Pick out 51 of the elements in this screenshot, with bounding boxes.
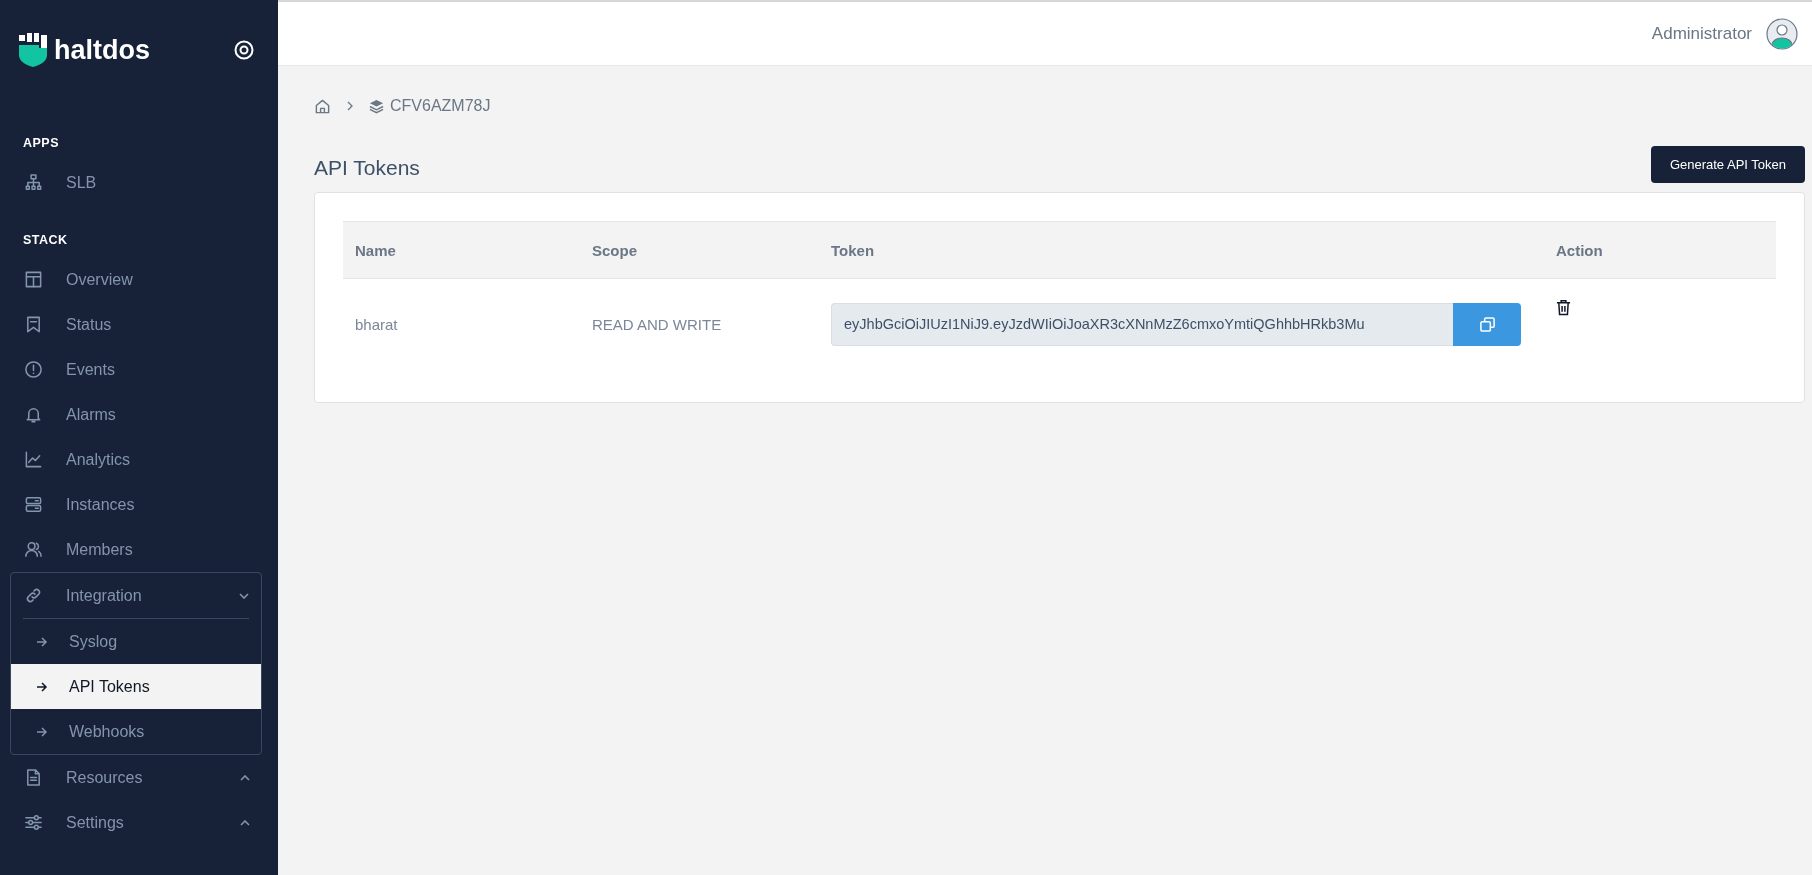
file-icon (24, 768, 43, 787)
alert-icon (24, 360, 43, 379)
sidebar-item[interactable]: SLB (10, 160, 262, 205)
target-icon[interactable] (234, 40, 254, 60)
submenu-item[interactable]: API Tokens (11, 664, 261, 709)
sidebar-item[interactable]: Alarms (10, 392, 262, 437)
chart-icon (24, 450, 43, 469)
section-title: APPS (22, 135, 61, 152)
table-cell: bharat (355, 315, 398, 333)
sidebar-item[interactable]: Members (10, 527, 262, 572)
submenu-item[interactable]: Webhooks (11, 709, 261, 754)
arrow-right-icon (36, 636, 48, 647)
user-name: Administrator (1651, 23, 1752, 44)
link-icon (24, 586, 43, 605)
chevron-right-icon (347, 101, 353, 111)
page-title: API Tokens (314, 156, 420, 180)
arrow-right-icon (36, 726, 48, 737)
submenu-item[interactable]: Syslog (11, 619, 261, 664)
layout-icon (24, 270, 43, 289)
sidebar-item[interactable]: Resources (10, 755, 262, 800)
sitemap-icon (24, 173, 43, 192)
sidebar-item[interactable]: Status (10, 302, 262, 347)
bell-icon (24, 405, 43, 424)
sidebar-item[interactable]: Integration (11, 573, 261, 618)
users-icon (24, 540, 43, 559)
table-cell: READ AND WRITE (592, 315, 722, 333)
breadcrumb-link[interactable]: CFV6AZM78J (390, 97, 491, 115)
bookmark-icon (24, 315, 43, 334)
token-field[interactable]: eyJhbGciOiJIUzI1NiJ9.eyJzdWIiOiJoaXR3cXNnMzZ6cmxoYmtiQGhhbHRkb3Mu (831, 302, 1453, 346)
sliders-icon (24, 813, 43, 832)
server-icon (24, 495, 43, 514)
home-icon[interactable] (314, 97, 331, 115)
section-title: STACK (22, 232, 69, 249)
column-header: Token (831, 241, 875, 259)
generate-token-button[interactable]: Generate API Token (1650, 146, 1805, 183)
sidebar-item[interactable]: Analytics (10, 437, 262, 482)
column-header: Action (1556, 241, 1603, 259)
shield-fist-logo-icon (18, 33, 48, 67)
sidebar-item[interactable]: Events (10, 347, 262, 392)
copy-icon (1478, 315, 1496, 333)
arrow-right-icon (36, 681, 48, 692)
column-header: Scope (592, 241, 637, 259)
sidebar-item[interactable]: Settings (10, 800, 262, 845)
layers-icon (369, 98, 384, 114)
brand-name: haltdos (54, 34, 151, 66)
sidebar-item[interactable]: Overview (10, 257, 262, 302)
sidebar-item[interactable]: Instances (10, 482, 262, 527)
avatar-icon[interactable] (1766, 17, 1798, 50)
trash-icon[interactable] (1556, 299, 1571, 316)
column-header: Name (355, 241, 396, 259)
copy-button[interactable] (1453, 302, 1521, 346)
